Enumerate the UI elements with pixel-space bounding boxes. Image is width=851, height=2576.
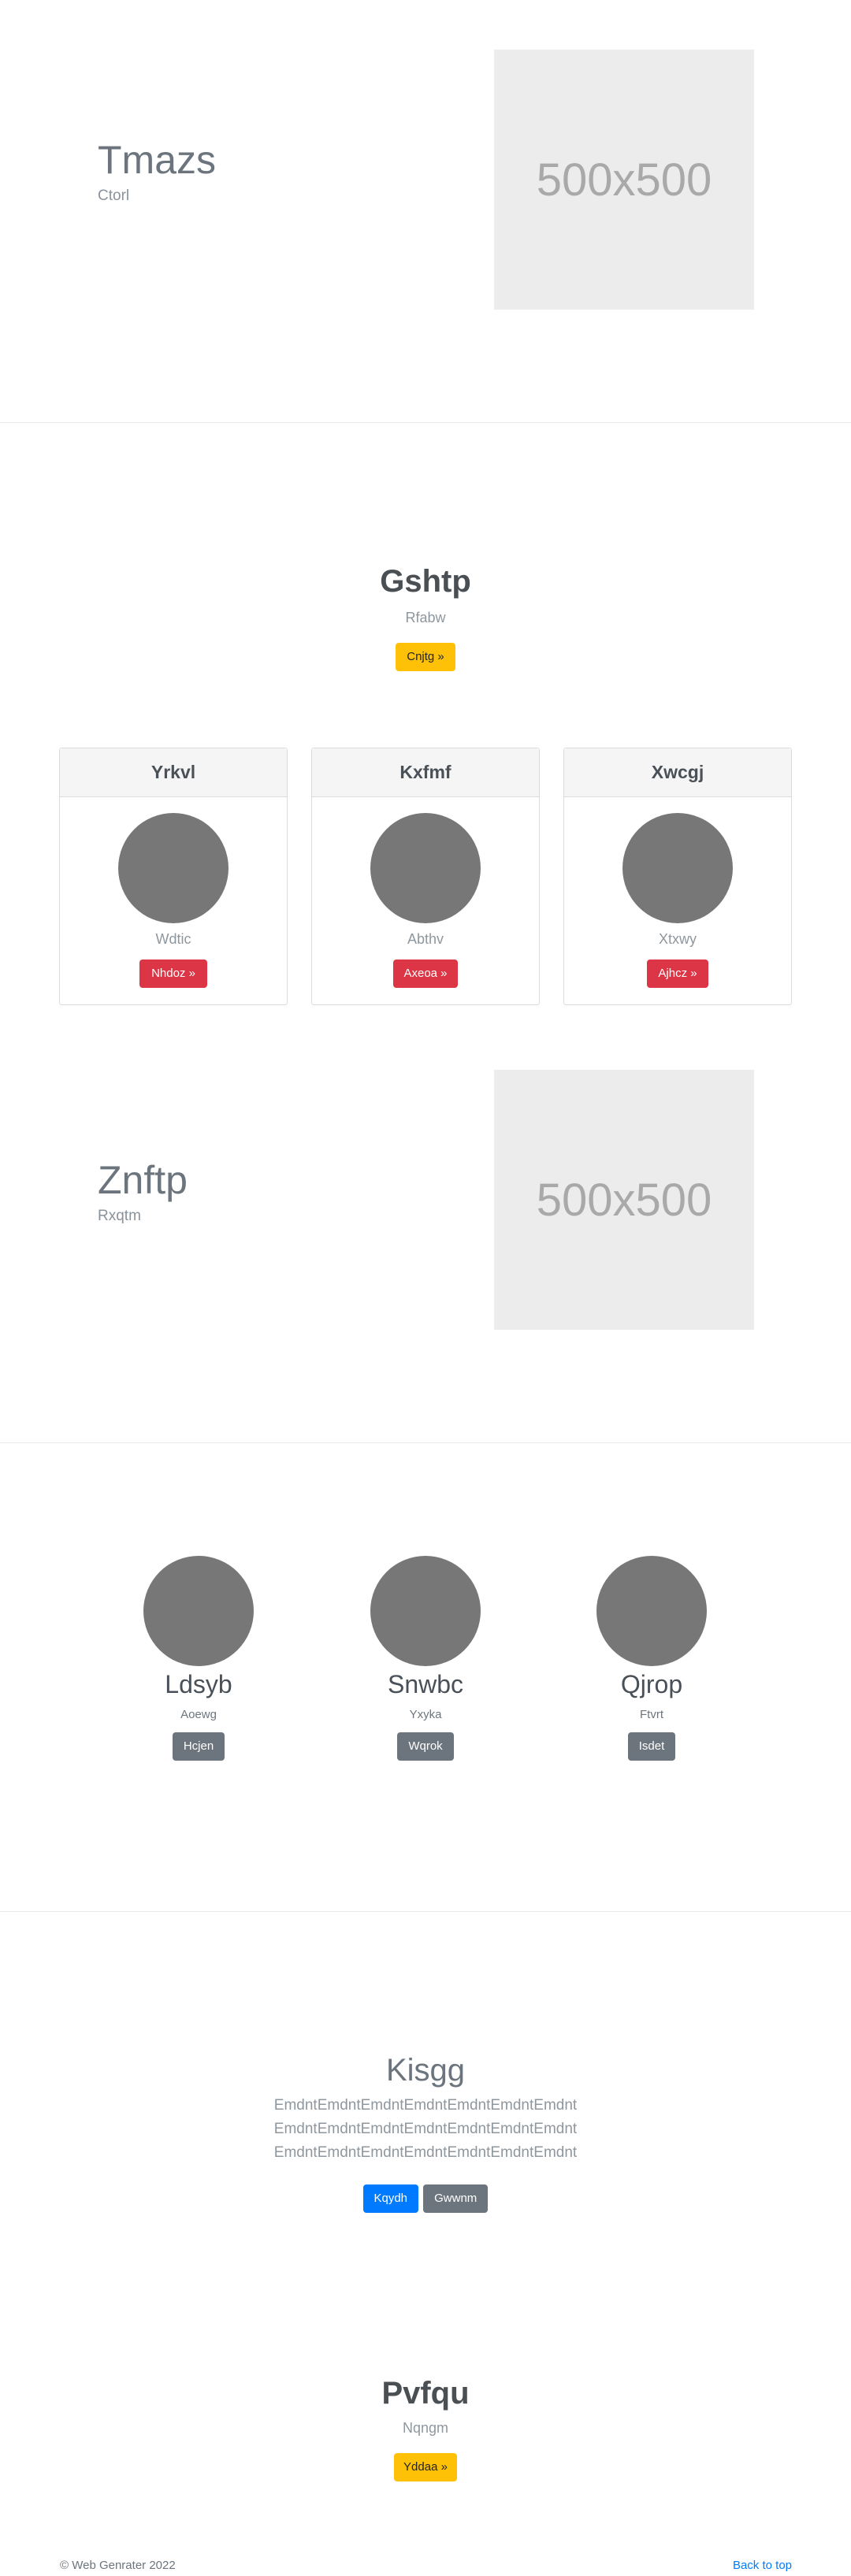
promo-title: Pvfqu	[381, 2376, 470, 2411]
hero-title: Tmazs	[98, 138, 216, 182]
promo-cta-button[interactable]: Yddaа »	[394, 2453, 457, 2481]
pricing-cta-wrap: Cnjtg »	[0, 643, 851, 671]
hero-title: Znftp	[98, 1158, 188, 1202]
hero-image-placeholder: 500x500	[494, 1070, 754, 1330]
footer-copyright: © Web Genrater 2022	[60, 2559, 176, 2572]
card-button[interactable]: Ajhcz »	[647, 960, 708, 988]
promo-cta-wrap: Yddaа »	[0, 2453, 851, 2481]
card-3: Xwcgj Xtxwy Ajhcz »	[563, 748, 792, 1005]
card-1: Yrkvl Wdtic Nhdoz »	[59, 748, 288, 1005]
section-divider	[0, 422, 851, 423]
pricing-header: Gshtp	[0, 566, 851, 597]
avatar	[370, 1556, 481, 1666]
cta-header: Kisgg	[0, 2054, 851, 2086]
card-button[interactable]: Nhdoz »	[139, 960, 207, 988]
back-to-top-link[interactable]: Back to top	[733, 2559, 792, 2572]
hero-subtitle: Rxqtm	[98, 1208, 141, 1224]
member-role: Ftvrt	[640, 1708, 663, 1722]
hero-subtitle: Ctorl	[98, 187, 130, 204]
card-image	[118, 813, 229, 923]
card-text: Wdtic	[155, 931, 191, 947]
card-text: Abthv	[407, 931, 444, 947]
card-header: Kxfmf	[312, 748, 539, 797]
avatar	[596, 1556, 707, 1666]
avatar	[143, 1556, 254, 1666]
promo-header: Pvfqu	[0, 2377, 851, 2409]
cta-line: EmdntEmdntEmdntEmdntEmdntEmdntEmdnt	[273, 2144, 578, 2161]
member-name: Snwbc	[387, 1670, 464, 1698]
card-text: Xtxwy	[658, 931, 697, 947]
pricing-cta-button[interactable]: Cnjtg »	[396, 643, 455, 671]
team-member: Snwbc Yxyka Wqrok	[347, 1556, 504, 1761]
member-name: Ldsyb	[165, 1670, 232, 1698]
member-button[interactable]: Isdet	[628, 1732, 675, 1761]
cta-secondary-button[interactable]: Gwwnm	[423, 2184, 489, 2213]
card-header: Xwcgj	[564, 748, 791, 797]
member-button[interactable]: Wqrok	[397, 1732, 454, 1761]
card-2: Kxfmf Abthv Axeoa »	[311, 748, 540, 1005]
member-role: Aoewg	[180, 1708, 217, 1722]
card-button[interactable]: Axeoa »	[393, 960, 458, 988]
member-name: Qjrop	[620, 1670, 683, 1698]
cta-line: EmdntEmdntEmdntEmdntEmdntEmdntEmdnt	[273, 2121, 578, 2137]
team-member: Ldsyb Aoewg Hcjen	[120, 1556, 277, 1761]
pricing-subtitle: Rfabw	[405, 610, 446, 625]
card-header: Yrkvl	[60, 748, 287, 797]
cta-title: Kisgg	[385, 2053, 466, 2088]
cta-primary-button[interactable]: Kqydh	[362, 2184, 418, 2213]
member-button[interactable]: Hcjen	[173, 1732, 225, 1761]
pricing-title: Gshtp	[380, 564, 471, 599]
section-divider	[0, 1911, 851, 1912]
cta-buttons: Kqydh Gwwnm	[0, 2184, 851, 2213]
cta-body: EmdntEmdntEmdntEmdntEmdntEmdntEmdnt Emdn…	[0, 2094, 851, 2165]
member-role: Yxyka	[409, 1708, 442, 1722]
cta-line: EmdntEmdntEmdntEmdntEmdntEmdntEmdnt	[273, 2097, 578, 2114]
card-image	[370, 813, 481, 923]
hero-image-placeholder: 500x500	[494, 50, 754, 310]
promo-subtitle: Nqngm	[402, 2420, 449, 2436]
team-member: Qjrop Ftvrt Isdet	[573, 1556, 730, 1761]
card-image	[622, 813, 733, 923]
section-divider	[0, 1442, 851, 1443]
